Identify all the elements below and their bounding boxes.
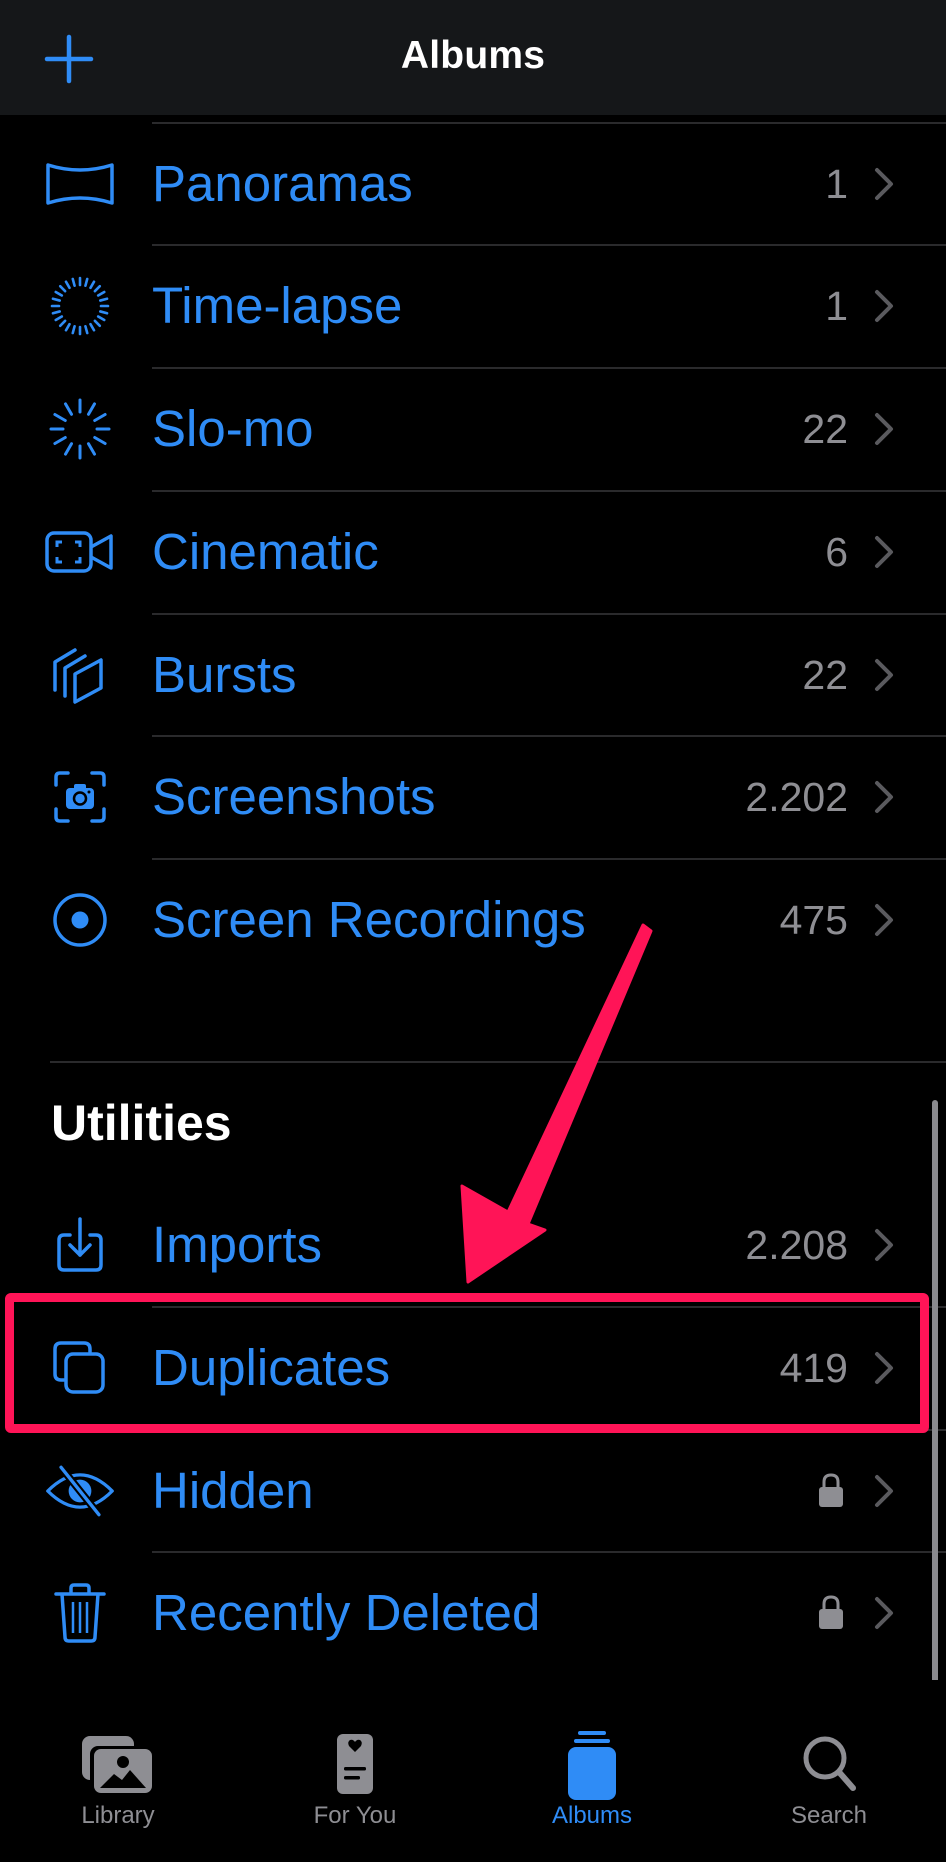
tab-label: Library [81, 1802, 155, 1829]
album-label: Cinematic [152, 523, 379, 580]
album-label: Slo-mo [152, 400, 314, 457]
icon-tick [89, 280, 96, 290]
section-title-utilities: Utilities [51, 1095, 232, 1151]
icon-tick [98, 310, 109, 315]
chevron-right-icon [875, 904, 893, 936]
icon-tick [71, 277, 76, 288]
album-count: 475 [779, 897, 848, 943]
timelapse-icon [44, 276, 116, 336]
slomo-icon [44, 398, 116, 460]
chevron-right-icon [875, 413, 893, 445]
utility-row-hidden[interactable]: Hidden [0, 1430, 946, 1552]
icon-tick [71, 324, 76, 335]
section-divider [50, 1061, 946, 1063]
album-row-screen-recordings[interactable]: Screen Recordings 475 [0, 859, 946, 981]
icon-tick [93, 436, 107, 445]
icon-tick [96, 290, 106, 297]
album-row-slo-mo[interactable]: Slo-mo 22 [0, 368, 946, 490]
album-count: 1 [825, 161, 848, 207]
screenshot-icon [44, 767, 116, 827]
tab-albums[interactable]: Albums [474, 1680, 710, 1862]
vertical-scrollbar[interactable] [932, 1100, 938, 1708]
icon-tick [96, 315, 106, 322]
icon-tick [53, 413, 67, 422]
utility-row-recently-deleted[interactable]: Recently Deleted [0, 1552, 946, 1674]
icon-tick [58, 284, 67, 293]
eye-slash-icon [44, 1461, 116, 1521]
chevron-right-icon [875, 781, 893, 813]
album-label: Screen Recordings [152, 891, 586, 948]
tab-for-you[interactable]: For You [237, 1680, 473, 1862]
lock-icon [819, 1473, 843, 1507]
photo-library-icon [82, 1736, 154, 1796]
navigation-bar: Albums [0, 0, 946, 115]
tab-label: Search [790, 1802, 868, 1829]
chevron-right-icon [875, 536, 893, 568]
trash-icon [44, 1583, 116, 1643]
tab-label: Albums [551, 1802, 633, 1829]
icon-tick [51, 310, 62, 315]
search-icon [803, 1736, 856, 1791]
chevron-right-icon [875, 1229, 893, 1261]
icon-tick [54, 290, 64, 297]
cinematic-icon [44, 522, 116, 582]
album-label: Time-lapse [152, 277, 403, 334]
bursts-icon [44, 645, 116, 705]
icon-tick [84, 324, 89, 335]
icon-tick [54, 315, 64, 322]
utility-row-imports[interactable]: Imports 2.208 [0, 1184, 946, 1306]
icon-tick [93, 413, 107, 422]
album-label: Screenshots [152, 768, 436, 825]
album-count: 1 [825, 283, 848, 329]
chevron-right-icon [875, 168, 893, 200]
icon-tick [53, 436, 67, 445]
album-count: 22 [802, 652, 848, 698]
for-you-icon [337, 1734, 373, 1794]
icon-tick [64, 280, 71, 290]
lock-icon [819, 1595, 843, 1629]
album-label: Panoramas [152, 155, 413, 212]
screen-recording-icon [44, 890, 116, 950]
tab-bar: Library For You Albums Search [0, 1680, 946, 1862]
album-label: Imports [152, 1216, 323, 1273]
album-row-screenshots[interactable]: Screenshots 2.202 [0, 736, 946, 858]
panorama-icon [44, 154, 116, 214]
chevron-right-icon [875, 1475, 893, 1507]
icon-tick [64, 322, 71, 332]
album-row-bursts[interactable]: Bursts 22 [0, 614, 946, 736]
tab-search[interactable]: Search [711, 1680, 946, 1862]
icon-tick [89, 322, 96, 332]
icon-tick [51, 297, 62, 302]
import-icon [44, 1215, 116, 1275]
icon-tick [93, 284, 102, 293]
album-count: 22 [802, 406, 848, 452]
chevron-right-icon [875, 659, 893, 691]
icon-tick [84, 277, 89, 288]
page-title: Albums [400, 34, 546, 77]
icon-tick [58, 319, 67, 328]
album-row-cinematic[interactable]: Cinematic 6 [0, 491, 946, 613]
tab-label: For You [313, 1802, 397, 1829]
album-count: 2.208 [745, 1222, 848, 1268]
tab-library[interactable]: Library [0, 1680, 236, 1862]
icon-tick [87, 442, 96, 456]
chevron-right-icon [875, 290, 893, 322]
album-count: 6 [825, 529, 848, 575]
album-label: Recently Deleted [152, 1584, 541, 1641]
icon-tick [64, 442, 73, 456]
icon-tick [98, 297, 109, 302]
chevron-right-icon [875, 1597, 893, 1629]
album-row-panoramas[interactable]: Panoramas 1 [0, 123, 946, 245]
album-count: 2.202 [745, 774, 848, 820]
album-label: Hidden [152, 1462, 314, 1519]
icon-tick [93, 319, 102, 328]
album-label: Bursts [152, 646, 297, 703]
album-row-time-lapse[interactable]: Time-lapse 1 [0, 245, 946, 367]
icon-tick [87, 402, 96, 416]
annotation-highlight-box [5, 1293, 929, 1433]
icon-tick [64, 402, 73, 416]
albums-icon [568, 1731, 616, 1800]
